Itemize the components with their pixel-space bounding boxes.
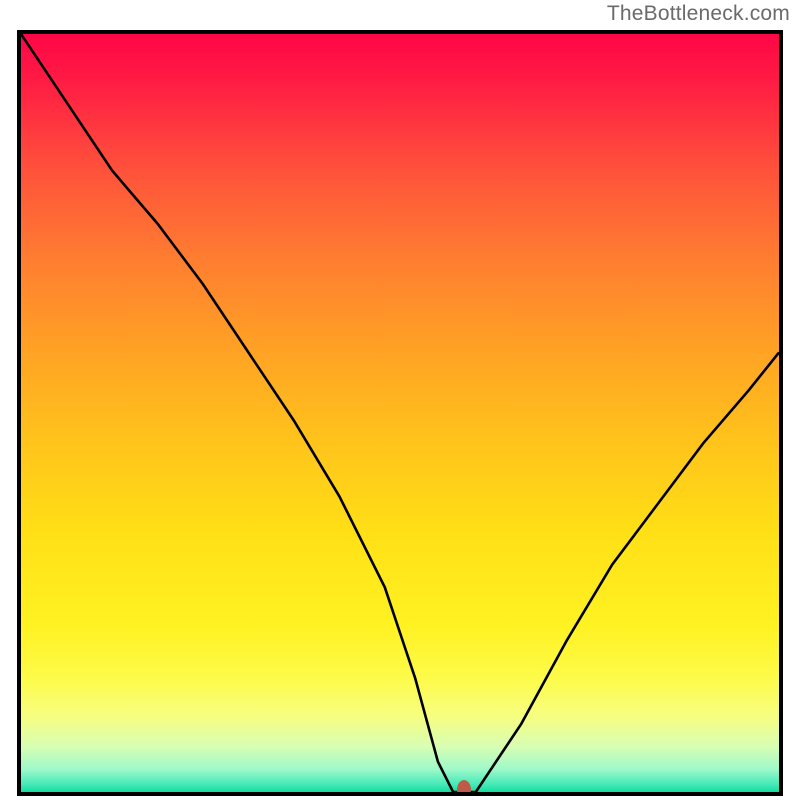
bottleneck-curve bbox=[21, 34, 779, 792]
chart-container: TheBottleneck.com bbox=[0, 0, 800, 800]
plot-frame bbox=[17, 30, 783, 796]
sweet-spot-marker bbox=[457, 780, 471, 796]
curve-path bbox=[21, 34, 779, 792]
watermark-text: TheBottleneck.com bbox=[607, 2, 790, 26]
